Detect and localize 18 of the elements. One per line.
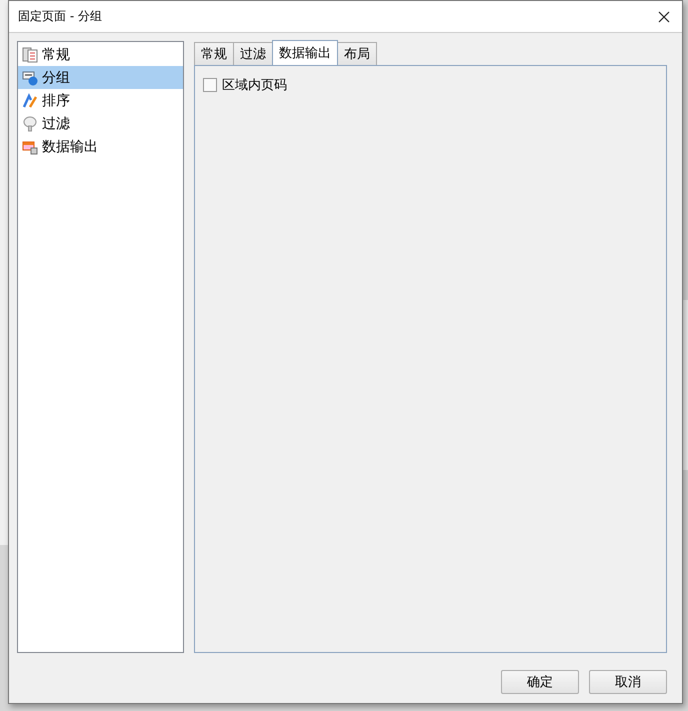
sidebar-item[interactable]: 常规: [18, 43, 183, 66]
checkbox[interactable]: [203, 78, 217, 92]
tab[interactable]: 布局: [337, 42, 377, 65]
output-icon: [22, 138, 38, 154]
tab[interactable]: 常规: [194, 42, 234, 65]
document-icon: [22, 46, 38, 62]
tab[interactable]: 数据输出: [272, 40, 338, 65]
sidebar-item[interactable]: 排序: [18, 89, 183, 112]
sidebar-item[interactable]: 数据输出: [18, 135, 183, 158]
sidebar-item[interactable]: 分组: [18, 66, 183, 89]
window-title: 固定页面 - 分组: [18, 8, 102, 25]
tab[interactable]: 过滤: [233, 42, 273, 65]
sort-icon: [22, 92, 38, 108]
checkbox-label: 区域内页码: [222, 77, 287, 94]
close-icon[interactable]: [658, 10, 670, 22]
ok-button[interactable]: 确定: [501, 670, 579, 694]
sidebar-item[interactable]: 过滤: [18, 112, 183, 135]
cancel-button[interactable]: 取消: [589, 670, 667, 694]
